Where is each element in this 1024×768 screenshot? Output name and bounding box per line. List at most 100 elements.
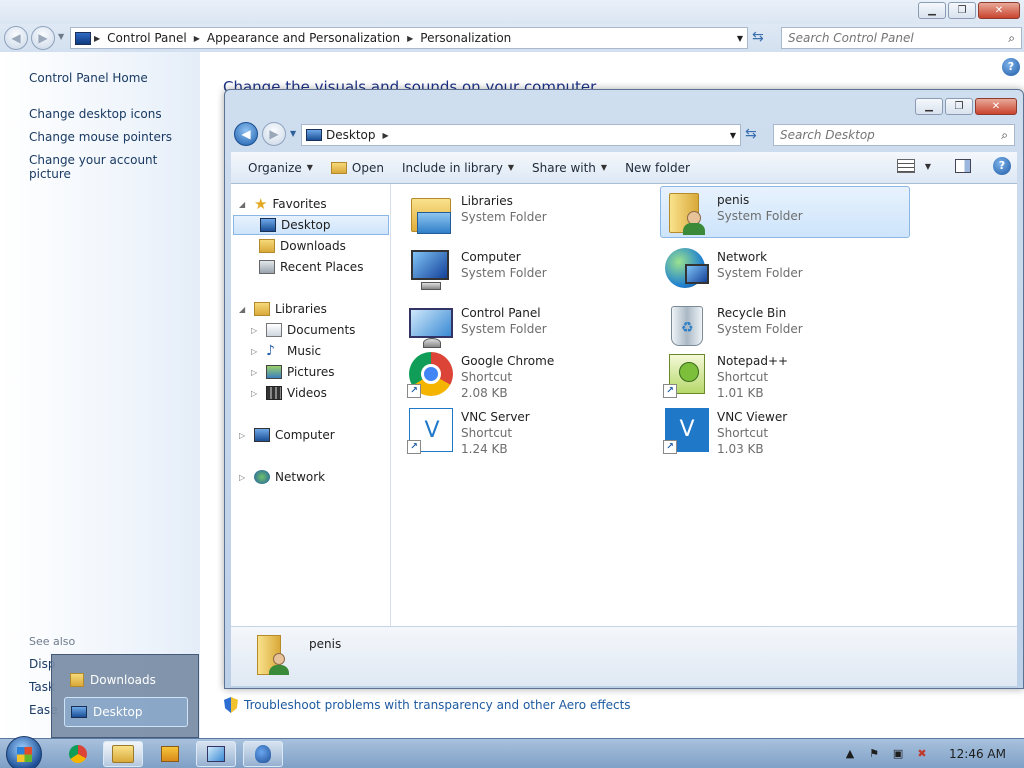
file-name: Google Chrome	[461, 354, 555, 368]
control-panel-icon	[207, 746, 225, 762]
taskbar-chrome[interactable]	[58, 741, 98, 767]
back-arrow-icon: ◀	[241, 127, 251, 141]
change-desktop-icons-link[interactable]: Change desktop icons	[29, 107, 162, 121]
file-item-notepadpp[interactable]: ↗ Notepad++ Shortcut 1.01 KB	[661, 348, 911, 400]
explorer-address-bar[interactable]: Desktop ▶ ▼	[301, 124, 741, 146]
file-item-network[interactable]: Network System Folder	[661, 244, 911, 296]
computer-icon	[407, 246, 455, 294]
troubleshoot-aero-link[interactable]: Troubleshoot problems with transparency …	[224, 697, 631, 713]
address-dropdown-icon[interactable]: ▼	[730, 131, 736, 140]
nav-libraries[interactable]: ◢ Libraries	[239, 299, 327, 319]
nav-network[interactable]: ▷ Network	[239, 467, 325, 487]
taskbar-app[interactable]	[243, 741, 283, 767]
file-item-libraries[interactable]: Libraries System Folder	[405, 188, 655, 240]
help-icon[interactable]: ?	[1002, 58, 1020, 76]
app-icon	[255, 745, 271, 763]
explorer-refresh-icon[interactable]: ⇆	[745, 126, 757, 142]
explorer-command-bar: Organize ▼ Open Include in library ▼ Share…	[231, 152, 1017, 184]
organize-button[interactable]: Organize ▼	[239, 156, 322, 180]
nav-desktop[interactable]: Desktop	[233, 215, 389, 235]
nav-documents[interactable]: ▷ Documents	[251, 320, 355, 340]
nav-favorites[interactable]: ◢ ★ Favorites	[239, 194, 327, 214]
taskbar-explorer[interactable]	[103, 741, 143, 767]
window-list-item-downloads[interactable]: Downloads	[64, 665, 188, 695]
nav-recent-places[interactable]: Recent Places	[259, 257, 363, 277]
share-with-button[interactable]: Share with ▼	[523, 156, 616, 180]
network-tray-icon[interactable]: ▣	[891, 747, 905, 761]
recent-places-icon	[259, 260, 275, 274]
folder-icon	[330, 161, 347, 174]
explorer-maximize-button[interactable]: ❐	[945, 98, 973, 115]
explorer-minimize-button[interactable]: ▁	[915, 98, 943, 115]
explorer-close-button[interactable]: ✕	[975, 98, 1017, 115]
explorer-titlebar: ▁ ❐ ✕	[225, 90, 1023, 120]
file-type: System Folder	[461, 266, 547, 280]
taskbar-control-panel[interactable]	[196, 741, 236, 767]
nav-computer[interactable]: ▷ Computer	[239, 425, 335, 445]
file-size: 1.01 KB	[717, 386, 764, 400]
preview-pane-icon[interactable]	[955, 159, 971, 173]
action-center-flag-icon[interactable]: ⚑	[867, 747, 881, 761]
desktop-icon	[71, 706, 87, 718]
file-type: Shortcut	[461, 370, 513, 384]
control-panel-search[interactable]: ⌕	[781, 27, 1022, 49]
search-icon: ⌕	[1008, 31, 1015, 45]
explorer-search-input[interactable]	[780, 128, 1014, 142]
chevron-down-icon: ▼	[507, 163, 514, 172]
volume-muted-icon[interactable]: ✖	[915, 747, 929, 761]
open-label: Open	[351, 160, 384, 175]
change-view-icon[interactable]	[896, 159, 915, 173]
shortcut-arrow-icon: ↗	[407, 384, 421, 398]
explorer-help-icon[interactable]: ?	[993, 157, 1011, 175]
file-item-user-folder[interactable]: penis System Folder	[660, 186, 910, 238]
file-item-recycle-bin[interactable]: ♻ Recycle Bin System Folder	[661, 300, 911, 352]
open-button[interactable]: Open	[322, 156, 393, 180]
control-panel-search-input[interactable]	[788, 31, 1021, 45]
explorer-search[interactable]: ⌕	[773, 124, 1015, 146]
new-folder-button[interactable]: New folder	[616, 156, 699, 180]
taskbar-media-player[interactable]	[150, 741, 190, 767]
start-button[interactable]	[6, 736, 42, 768]
share-with-label: Share with	[532, 160, 596, 175]
nav-pictures[interactable]: ▷ Pictures	[251, 362, 335, 382]
file-name: Control Panel	[461, 306, 541, 320]
minimize-button[interactable]: ▁	[918, 2, 946, 19]
view-options-dropdown[interactable]: ▼	[925, 162, 931, 171]
forward-button[interactable]: ▶	[31, 26, 55, 50]
breadcrumb-control-panel[interactable]: Control Panel	[103, 31, 191, 45]
nav-music[interactable]: ▷ ♪ Music	[251, 341, 321, 361]
recent-pages-dropdown[interactable]: ▼	[58, 32, 64, 41]
address-dropdown-icon[interactable]: ▼	[737, 34, 743, 43]
taskbar-clock[interactable]: 12:46 AM	[949, 747, 1006, 761]
file-item-vnc-viewer[interactable]: V ↗ VNC Viewer Shortcut 1.03 KB	[661, 404, 911, 456]
expanded-arrow-icon: ◢	[239, 304, 246, 314]
close-button[interactable]: ✕	[978, 2, 1020, 19]
change-mouse-pointers-link[interactable]: Change mouse pointers	[29, 130, 172, 144]
breadcrumb-desktop[interactable]: Desktop	[322, 128, 380, 142]
file-item-computer[interactable]: Computer System Folder	[405, 244, 655, 296]
nav-computer-label: Computer	[275, 428, 335, 442]
file-item-google-chrome[interactable]: ↗ Google Chrome Shortcut 2.08 KB	[405, 348, 655, 400]
explorer-recent-pages-dropdown[interactable]: ▼	[290, 129, 296, 138]
explorer-forward-button[interactable]: ▶	[262, 122, 286, 146]
show-hidden-icons-icon[interactable]: ▲	[843, 747, 857, 761]
nav-downloads[interactable]: Downloads	[259, 236, 346, 256]
window-list-item-desktop[interactable]: Desktop	[64, 697, 188, 727]
control-panel-address-bar[interactable]: ▶ Control Panel ▶ Appearance and Persona…	[70, 27, 748, 49]
back-button[interactable]: ◀	[4, 26, 28, 50]
breadcrumb-appearance[interactable]: Appearance and Personalization	[203, 31, 404, 45]
explorer-back-button[interactable]: ◀	[234, 122, 258, 146]
control-panel-home-link[interactable]: Control Panel Home	[29, 71, 148, 85]
file-type: Shortcut	[717, 426, 769, 440]
include-in-library-button[interactable]: Include in library ▼	[393, 156, 523, 180]
nav-videos[interactable]: ▷ Videos	[251, 383, 327, 403]
file-name: VNC Server	[461, 410, 530, 424]
refresh-icon[interactable]: ⇆	[752, 29, 764, 45]
maximize-button[interactable]: ❐	[948, 2, 976, 19]
notepadpp-icon: ↗	[663, 350, 711, 398]
change-account-picture-link[interactable]: Change your account picture	[29, 153, 200, 181]
breadcrumb-personalization[interactable]: Personalization	[416, 31, 515, 45]
file-item-control-panel[interactable]: Control Panel System Folder	[405, 300, 655, 352]
file-item-vnc-server[interactable]: V ↗ VNC Server Shortcut 1.24 KB	[405, 404, 655, 456]
nav-pictures-label: Pictures	[287, 365, 335, 379]
